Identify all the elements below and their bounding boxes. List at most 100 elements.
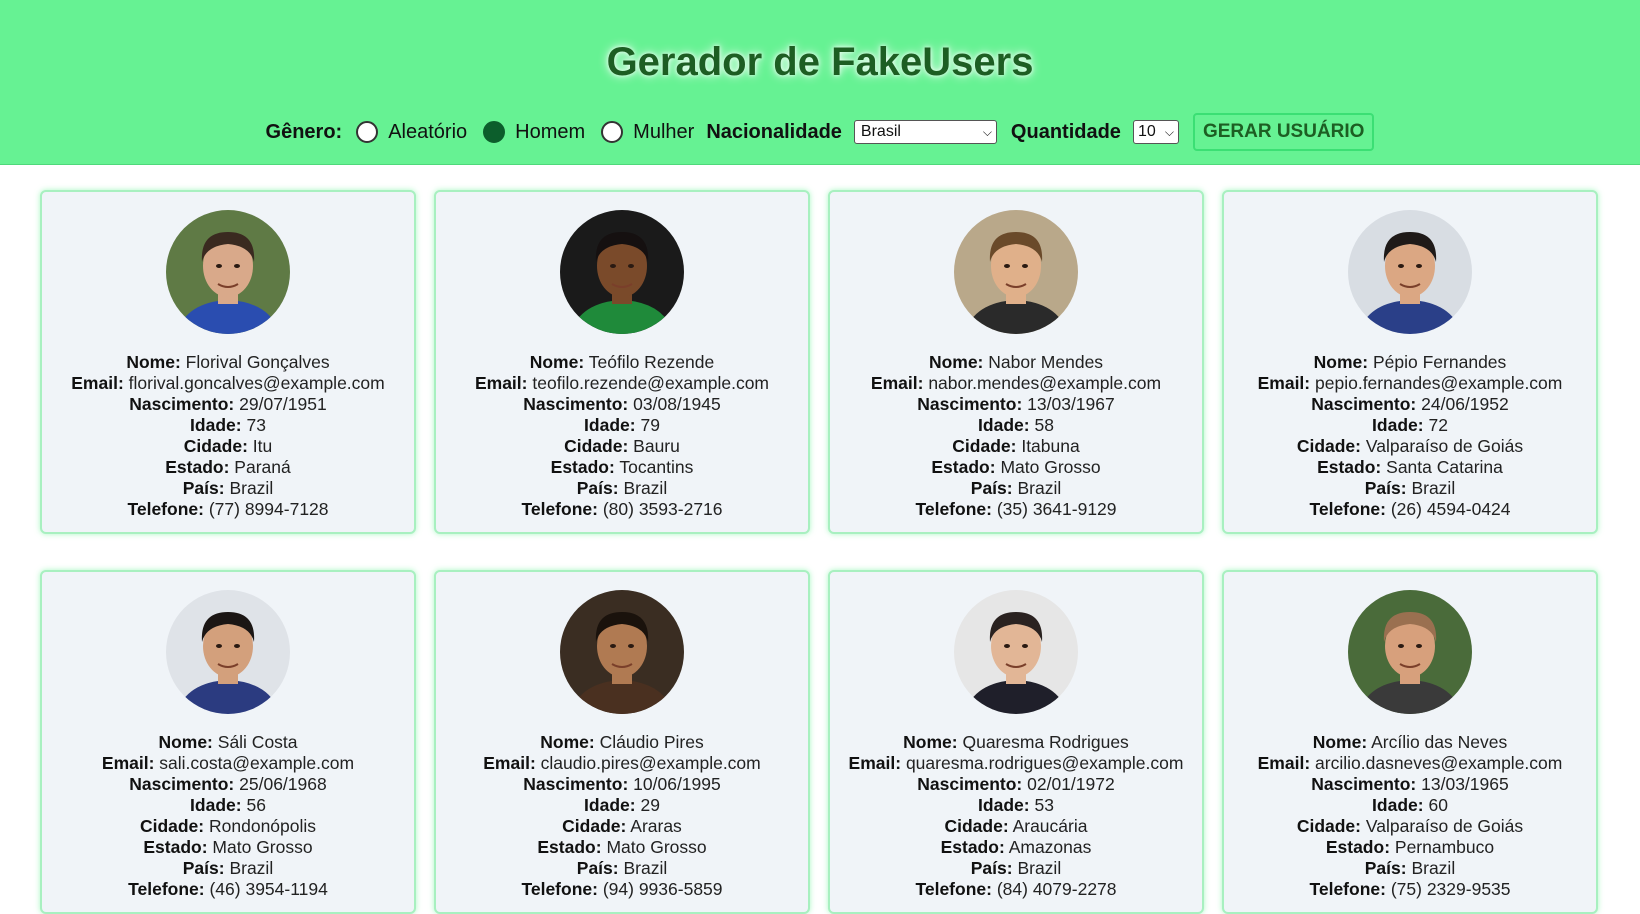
field-label: Nascimento:	[523, 394, 629, 414]
avatar-photo-icon	[560, 210, 684, 334]
field-label: Idade:	[978, 415, 1030, 435]
user-country-row: País: Brazil	[483, 858, 761, 879]
user-card: Nome: Pépio Fernandes Email: pepio.ferna…	[1222, 190, 1598, 534]
user-phone: (80) 3593-2716	[602, 499, 723, 519]
gender-radio-random[interactable]	[356, 121, 379, 143]
field-label: Telefone:	[128, 879, 205, 899]
field-label: Estado:	[143, 837, 208, 857]
gender-label: Gênero:	[265, 120, 343, 143]
user-card: Nome: Arcílio das Neves Email: arcilio.d…	[1222, 570, 1598, 914]
user-city-row: Cidade: Bauru	[475, 436, 769, 457]
field-label: Telefone:	[521, 879, 598, 899]
user-avatar	[1348, 590, 1472, 714]
user-card: Nome: Quaresma Rodrigues Email: quaresma…	[828, 570, 1204, 914]
user-state-row: Estado: Santa Catarina	[1258, 457, 1563, 478]
user-email: claudio.pires@example.com	[540, 753, 761, 773]
user-avatar	[560, 210, 684, 334]
field-label: Nascimento:	[1311, 394, 1417, 414]
user-name-row: Nome: Sáli Costa	[102, 732, 354, 753]
user-state: Amazonas	[1008, 837, 1092, 857]
user-state-row: Estado: Mato Grosso	[102, 837, 354, 858]
field-label: Cidade:	[952, 436, 1017, 456]
field-label: Email:	[1257, 373, 1311, 393]
user-email-row: Email: claudio.pires@example.com	[483, 753, 761, 774]
user-country-row: País: Brazil	[475, 478, 769, 499]
user-name-row: Nome: Pépio Fernandes	[1258, 352, 1563, 373]
field-label: Idade:	[1372, 415, 1424, 435]
avatar-photo-icon	[954, 590, 1078, 714]
avatar-photo-icon	[166, 210, 290, 334]
user-name: Cláudio Pires	[599, 732, 704, 752]
user-email-row: Email: florival.goncalves@example.com	[71, 373, 384, 394]
field-label: País:	[1364, 858, 1407, 878]
field-label: Idade:	[190, 795, 242, 815]
field-label: Telefone:	[1309, 879, 1386, 899]
user-city: Itabuna	[1021, 436, 1080, 456]
user-birth-row: Nascimento: 02/01/1972	[849, 774, 1184, 795]
field-label: Estado:	[1325, 837, 1391, 857]
field-label: Nome:	[903, 732, 958, 752]
gender-option-female-label[interactable]: Mulher	[633, 121, 694, 144]
user-avatar	[166, 210, 290, 334]
user-name: Teófilo Rezende	[588, 352, 715, 372]
user-age: 79	[640, 415, 660, 435]
user-phone-row: Telefone: (77) 8994-7128	[71, 499, 384, 520]
gender-option-male-label[interactable]: Homem	[515, 121, 585, 144]
user-email-row: Email: teofilo.rezende@example.com	[475, 373, 769, 394]
gender-radio-male[interactable]	[483, 121, 506, 143]
user-state-row: Estado: Amazonas	[849, 837, 1184, 858]
user-birthdate: 24/06/1952	[1421, 394, 1509, 414]
user-city: Araucária	[1012, 816, 1088, 836]
user-city-row: Cidade: Itu	[71, 436, 384, 457]
user-name: Nabor Mendes	[988, 352, 1104, 372]
field-label: Cidade:	[183, 436, 248, 456]
generate-user-button[interactable]: GERAR USUÁRIO	[1192, 113, 1375, 151]
user-country-row: País: Brazil	[71, 478, 384, 499]
user-age: 53	[1034, 795, 1054, 815]
user-info: Nome: Sáli Costa Email: sali.costa@examp…	[102, 732, 354, 900]
user-country: Brazil	[1017, 478, 1062, 498]
nationality-select[interactable]: Brasil ⌵	[853, 120, 997, 144]
user-phone-row: Telefone: (35) 3641-9129	[871, 499, 1161, 520]
gender-radio-female[interactable]	[601, 121, 624, 143]
user-name: Sáli Costa	[217, 732, 298, 752]
field-label: País:	[970, 858, 1013, 878]
nationality-label: Nacionalidade	[706, 120, 842, 143]
user-info: Nome: Pépio Fernandes Email: pepio.ferna…	[1258, 352, 1563, 520]
page-title: Gerador de FakeUsers	[606, 40, 1034, 84]
user-age: 60	[1428, 795, 1448, 815]
user-age: 73	[246, 415, 266, 435]
field-label: Cidade:	[1296, 436, 1361, 456]
field-label: Email:	[71, 373, 124, 393]
field-label: Estado:	[537, 837, 602, 857]
user-state: Pernambuco	[1394, 837, 1495, 857]
user-birthdate: 13/03/1967	[1027, 394, 1115, 414]
user-phone-row: Telefone: (84) 4079-2278	[849, 879, 1184, 900]
user-birth-row: Nascimento: 13/03/1967	[871, 394, 1161, 415]
user-email-row: Email: sali.costa@example.com	[102, 753, 354, 774]
user-birth-row: Nascimento: 24/06/1952	[1258, 394, 1563, 415]
user-birthdate: 02/01/1972	[1027, 774, 1115, 794]
quantity-select[interactable]: 10 ⌵	[1132, 120, 1179, 144]
field-label: País:	[576, 858, 619, 878]
field-label: Nome:	[529, 352, 585, 372]
user-country-row: País: Brazil	[102, 858, 354, 879]
user-country-row: País: Brazil	[1258, 858, 1563, 879]
user-city: Itu	[252, 436, 273, 456]
field-label: Idade:	[190, 415, 242, 435]
field-label: Cidade:	[562, 816, 627, 836]
user-age-row: Idade: 29	[483, 795, 761, 816]
field-label: Email:	[483, 753, 536, 773]
user-info: Nome: Quaresma Rodrigues Email: quaresma…	[849, 732, 1184, 900]
app-header: Gerador de FakeUsers Gênero: Aleatório H…	[0, 0, 1640, 165]
field-label: Nascimento:	[917, 394, 1023, 414]
user-card: Nome: Florival Gonçalves Email: florival…	[40, 190, 416, 534]
field-label: Cidade:	[564, 436, 629, 456]
user-birth-row: Nascimento: 10/06/1995	[483, 774, 761, 795]
user-state-row: Estado: Paraná	[71, 457, 384, 478]
user-name-row: Nome: Florival Gonçalves	[71, 352, 384, 373]
field-label: País:	[576, 478, 619, 498]
gender-option-random-label[interactable]: Aleatório	[388, 121, 467, 144]
field-label: Nome:	[1312, 732, 1368, 752]
user-age-row: Idade: 73	[71, 415, 384, 436]
